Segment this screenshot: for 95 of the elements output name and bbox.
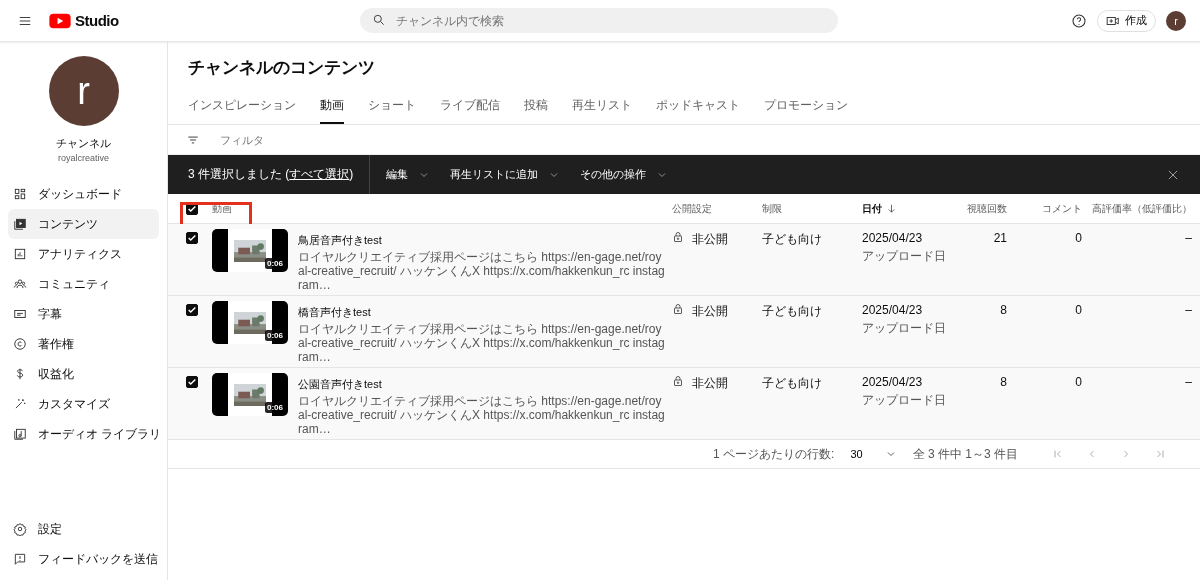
tab[interactable]: 再生リスト bbox=[572, 93, 632, 124]
video-title[interactable]: 公園音声付きtest bbox=[298, 377, 668, 392]
comment-count: 0 bbox=[1075, 231, 1082, 245]
view-count: 21 bbox=[993, 231, 1007, 245]
restriction-label: 子ども向け bbox=[762, 303, 822, 320]
duration-badge: 0:06 bbox=[265, 402, 285, 413]
copyright-icon bbox=[13, 337, 27, 351]
column-header[interactable]: 公開設定 bbox=[672, 201, 712, 216]
date-text: 2025/04/23 bbox=[862, 303, 923, 317]
tab[interactable]: ポッドキャスト bbox=[656, 93, 740, 124]
channel-handle: royalcreative bbox=[58, 153, 109, 163]
visibility-label[interactable]: 非公開 bbox=[692, 303, 728, 320]
lock-icon bbox=[672, 375, 684, 387]
date-note: アップロード日 bbox=[862, 320, 946, 337]
filter-field[interactable]: フィルタ bbox=[218, 132, 418, 147]
sidebar-item[interactable]: アナリティクス bbox=[8, 239, 159, 269]
sidebar-item[interactable]: ダッシュボード bbox=[8, 179, 159, 209]
arrow-down-icon bbox=[886, 203, 897, 214]
create-button[interactable]: 作成 bbox=[1097, 9, 1156, 32]
music-note-icon bbox=[13, 427, 27, 441]
date-text: 2025/04/23 bbox=[862, 375, 923, 389]
action-dropdown[interactable]: 編集 bbox=[386, 167, 431, 182]
rows-per-page-label: 1 ページあたりの行数: bbox=[713, 445, 835, 463]
restriction-label: 子ども向け bbox=[762, 231, 822, 248]
sidebar-item[interactable]: オーディオ ライブラリ bbox=[8, 419, 159, 449]
view-count: 8 bbox=[1000, 375, 1007, 389]
settings-icon bbox=[13, 522, 27, 536]
logo-text: Studio bbox=[75, 12, 119, 29]
account-avatar[interactable]: r bbox=[1166, 10, 1186, 31]
sidebar-item[interactable]: 著作権 bbox=[8, 329, 159, 359]
lock-icon bbox=[672, 303, 684, 315]
play-logo-icon bbox=[48, 11, 72, 30]
channel-avatar[interactable]: r bbox=[48, 56, 119, 126]
checkbox[interactable] bbox=[186, 304, 198, 316]
search-icon bbox=[372, 13, 386, 27]
action-dropdown[interactable]: 再生リストに追加 bbox=[450, 167, 561, 182]
tab[interactable]: 投稿 bbox=[524, 93, 548, 124]
checkbox[interactable] bbox=[186, 232, 198, 244]
column-header[interactable]: 制限 bbox=[762, 201, 782, 216]
comment-count: 0 bbox=[1075, 375, 1082, 389]
column-header[interactable]: 高評価率（低評価比） bbox=[1092, 201, 1192, 216]
bar-chart-icon bbox=[13, 247, 27, 261]
people-icon bbox=[13, 277, 27, 291]
rating-value: – bbox=[1185, 375, 1192, 389]
column-header[interactable]: 視聴回数 bbox=[967, 201, 1007, 216]
video-title[interactable]: 橋音声付きtest bbox=[298, 305, 668, 320]
help-icon bbox=[1071, 12, 1087, 29]
tab[interactable]: インスピレーション bbox=[188, 93, 296, 124]
duration-badge: 0:06 bbox=[265, 330, 285, 341]
sidebar-item[interactable]: 設定 bbox=[8, 514, 159, 544]
view-count: 8 bbox=[1000, 303, 1007, 317]
sidebar-item[interactable]: 収益化 bbox=[8, 359, 159, 389]
feedback-icon bbox=[13, 552, 27, 566]
checkbox[interactable] bbox=[186, 376, 198, 388]
rating-value: – bbox=[1185, 303, 1192, 317]
visibility-label[interactable]: 非公開 bbox=[692, 375, 728, 392]
column-header[interactable]: 日付 bbox=[862, 201, 882, 216]
page-range: 全 3 件中 1～3 件目 bbox=[912, 445, 1018, 463]
lock-icon bbox=[672, 231, 684, 243]
video-title[interactable]: 鳥居音声付きtest bbox=[298, 233, 668, 248]
date-note: アップロード日 bbox=[862, 392, 946, 409]
channel-name: チャンネル bbox=[56, 136, 111, 151]
tab[interactable]: ショート bbox=[368, 93, 416, 124]
search-field[interactable]: チャンネル内で検索 bbox=[360, 8, 838, 33]
sidebar-item[interactable]: フィードバックを送信 bbox=[8, 544, 159, 574]
video-thumbnail[interactable]: 0:06 bbox=[212, 373, 288, 416]
play-square-icon bbox=[13, 217, 27, 231]
tab[interactable]: ライブ配信 bbox=[440, 93, 500, 124]
subtitles-icon bbox=[13, 307, 27, 321]
sidebar-item[interactable]: カスタマイズ bbox=[8, 389, 159, 419]
duration-badge: 0:06 bbox=[265, 258, 285, 269]
column-header[interactable]: コメント bbox=[1042, 201, 1082, 216]
sidebar-item[interactable]: コンテンツ bbox=[8, 209, 159, 239]
rows-per-page-dropdown[interactable]: 30 bbox=[844, 448, 903, 460]
tab[interactable]: プロモーション bbox=[764, 93, 848, 124]
visibility-label[interactable]: 非公開 bbox=[692, 231, 728, 248]
comment-count: 0 bbox=[1075, 303, 1082, 317]
action-dropdown[interactable]: その他の操作 bbox=[580, 167, 669, 182]
dashboard-icon bbox=[13, 187, 27, 201]
sidebar-item[interactable]: コミュニティ bbox=[8, 269, 159, 299]
restriction-label: 子ども向け bbox=[762, 375, 822, 392]
video-description: ロイヤルクリエイティブ採用ページはこちら https://en-gage.net/royal-creative_recruit/ ハッケンくんX https://x.com/hakkenkun_rc instagram… bbox=[298, 394, 666, 436]
magic-wand-icon bbox=[13, 397, 27, 411]
date-text: 2025/04/23 bbox=[862, 231, 923, 245]
rating-value: – bbox=[1185, 231, 1192, 245]
date-note: アップロード日 bbox=[862, 248, 946, 265]
select-all-link[interactable]: すべて選択 bbox=[289, 167, 350, 181]
video-thumbnail[interactable]: 0:06 bbox=[212, 229, 288, 272]
selection-count: 3 件選択しました (すべて選択) bbox=[188, 166, 354, 183]
video-description: ロイヤルクリエイティブ採用ページはこちら https://en-gage.net/royal-creative_recruit/ ハッケンくんX https://x.com/hakkenkun_rc instagram… bbox=[298, 250, 666, 292]
video-description: ロイヤルクリエイティブ採用ページはこちら https://en-gage.net/royal-creative_recruit/ ハッケンくんX https://x.com/hakkenkun_rc instagram… bbox=[298, 322, 666, 364]
sidebar-item[interactable]: 字幕 bbox=[8, 299, 159, 329]
tab[interactable]: 動画 bbox=[320, 93, 344, 124]
video-thumbnail[interactable]: 0:06 bbox=[212, 301, 288, 344]
page-title: チャンネルのコンテンツ bbox=[187, 57, 376, 79]
